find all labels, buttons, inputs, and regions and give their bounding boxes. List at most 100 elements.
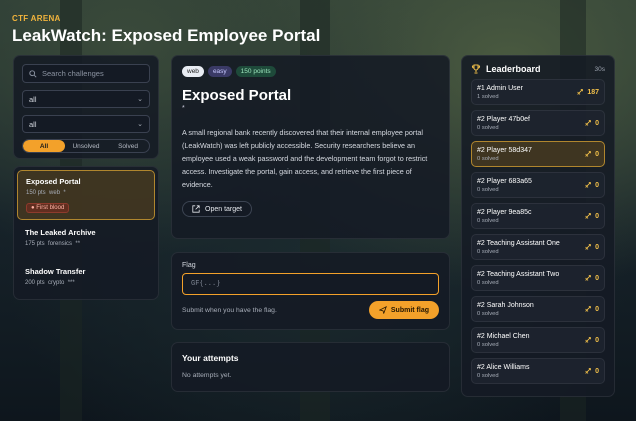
player-score: 0 [584, 305, 599, 313]
score-icon [585, 120, 591, 126]
player-solved: 0 solved [477, 279, 499, 286]
challenge-stars: *** [67, 280, 75, 286]
score-icon [585, 151, 591, 157]
player-score-value: 0 [595, 367, 599, 375]
first-blood-badge: ● First blood [26, 203, 70, 213]
blood-drop-icon: ● [31, 205, 35, 211]
first-blood-label: First blood [36, 205, 65, 211]
leaderboard-player: #2 Player 58d347 0 solved [477, 147, 532, 162]
leaderboard-player: #2 Sarah Johnson 0 solved [477, 302, 534, 317]
player-solved: 0 solved [477, 124, 499, 131]
challenge-category: web [49, 190, 61, 196]
leaderboard-row[interactable]: #2 Michael Chen 0 solved 0 [471, 327, 605, 353]
challenge-meta: 150 pts web * [26, 190, 146, 196]
challenge-item[interactable]: The Leaked Archive 175 pts forensics ** [17, 222, 155, 259]
challenge-category: forensics [48, 241, 73, 247]
challenge-points: 200 pts [25, 280, 45, 286]
tag-difficulty: easy [207, 66, 232, 77]
player-name: #2 Player 9ea85c [477, 208, 532, 216]
leaderboard-row[interactable]: #2 Teaching Assistant Two 0 solved 0 [471, 265, 605, 291]
challenge-title: Shadow Transfer [25, 267, 86, 276]
leaderboard-player: #2 Alice Williams 0 solved [477, 364, 530, 379]
trophy-icon [471, 64, 481, 74]
challenge-detail: web easy 150 points Exposed Portal * A s… [171, 55, 450, 239]
leaderboard-player: #2 Teaching Assistant Two 0 solved [477, 271, 559, 286]
attempts-title: Your attempts [182, 353, 239, 363]
player-name: #2 Player 58d347 [477, 146, 532, 154]
player-name: #2 Player 47b0ef [477, 115, 530, 123]
tag-category: web [182, 66, 204, 77]
flag-actions: Submit when you have the flag. Submit fl… [182, 301, 439, 319]
challenge-list: Exposed Portal 150 pts web * ● First blo… [13, 166, 159, 300]
segment-all[interactable]: All [23, 140, 65, 152]
player-score: 0 [584, 336, 599, 344]
flag-hint: Submit when you have the flag. [182, 306, 277, 314]
open-target-button[interactable]: Open target [182, 201, 252, 217]
segment-solved[interactable]: Solved [107, 140, 149, 152]
score-icon [585, 368, 591, 374]
player-name: #2 Michael Chen [477, 332, 530, 340]
player-score: 0 [584, 150, 599, 158]
score-icon [577, 89, 584, 95]
leaderboard-row[interactable]: #2 Player 58d347 0 solved 0 [471, 141, 605, 167]
search-input[interactable] [42, 69, 142, 78]
player-solved: 0 solved [477, 310, 499, 317]
search-box[interactable] [22, 64, 150, 83]
flag-label: Flag [182, 262, 196, 269]
status-segment: All Unsolved Solved [22, 139, 150, 153]
difficulty-select[interactable]: all ⌄ [22, 115, 150, 133]
flag-field[interactable] [182, 273, 439, 295]
challenge-description: A small regional bank recently discovere… [182, 128, 428, 189]
challenge-points: 175 pts [25, 241, 45, 247]
attempts-panel: Your attempts No attempts yet. [171, 342, 450, 392]
leaderboard-player: #2 Teaching Assistant One 0 solved [477, 240, 560, 255]
score-icon [585, 244, 591, 250]
player-score: 187 [576, 88, 599, 96]
leaderboard-row[interactable]: #2 Alice Williams 0 solved 0 [471, 358, 605, 384]
challenge-points: 150 pts [26, 190, 46, 196]
leaderboard-row[interactable]: #2 Teaching Assistant One 0 solved 0 [471, 234, 605, 260]
leaderboard-row[interactable]: #2 Player 9ea85c 0 solved 0 [471, 203, 605, 229]
open-target-label: Open target [205, 205, 242, 213]
player-score: 0 [584, 212, 599, 220]
leaderboard-row[interactable]: #2 Player 683a65 0 solved 0 [471, 172, 605, 198]
challenge-item[interactable]: Exposed Portal 150 pts web * ● First blo… [17, 170, 155, 220]
player-solved: 0 solved [477, 186, 499, 193]
attempts-empty: No attempts yet. [182, 372, 232, 379]
challenge-title: Exposed Portal [26, 177, 81, 186]
page-header: CTF ARENA LeakWatch: Exposed Employee Po… [12, 14, 320, 46]
leaderboard-row[interactable]: #2 Sarah Johnson 0 solved 0 [471, 296, 605, 322]
challenge-category: crypto [48, 280, 65, 286]
challenge-stars: ** [75, 241, 81, 247]
player-solved: 0 solved [477, 372, 499, 379]
chevron-down-icon: ⌄ [137, 121, 143, 128]
segment-unsolved[interactable]: Unsolved [65, 140, 107, 152]
player-score: 0 [584, 367, 599, 375]
leaderboard-row[interactable]: #2 Player 47b0ef 0 solved 0 [471, 110, 605, 136]
submit-flag-button[interactable]: Submit flag [368, 301, 439, 319]
player-name: #2 Teaching Assistant One [477, 239, 560, 247]
player-name: #2 Player 683a65 [477, 177, 532, 185]
player-solved: 0 solved [477, 155, 499, 162]
leaderboard-player: #2 Player 9ea85c 0 solved [477, 209, 531, 224]
leaderboard-player: #1 Admin User 1 solved [477, 85, 523, 100]
player-solved: 0 solved [477, 341, 499, 348]
filter-panel: all ⌄ all ⌄ All Unsolved Solved [13, 55, 159, 159]
player-name: #2 Teaching Assistant Two [477, 270, 560, 278]
score-icon [585, 306, 591, 312]
player-score-value: 0 [595, 274, 599, 282]
flag-panel: Flag Submit when you have the flag. Subm… [171, 252, 450, 330]
player-name: #1 Admin User [477, 84, 523, 92]
leaderboard-title: Leaderboard [486, 64, 541, 74]
leaderboard-row[interactable]: #1 Admin User 1 solved 187 [471, 79, 605, 105]
score-icon [585, 275, 591, 281]
challenge-stars: * [63, 190, 66, 196]
player-score: 0 [584, 274, 599, 282]
flag-input[interactable] [191, 280, 431, 288]
challenge-meta: 175 pts forensics ** [25, 241, 147, 247]
send-icon [378, 306, 387, 314]
difficulty-select-value: all [29, 119, 37, 129]
player-score: 0 [584, 119, 599, 127]
category-select[interactable]: all ⌄ [22, 90, 150, 108]
challenge-item[interactable]: Shadow Transfer 200 pts crypto *** [17, 261, 155, 298]
